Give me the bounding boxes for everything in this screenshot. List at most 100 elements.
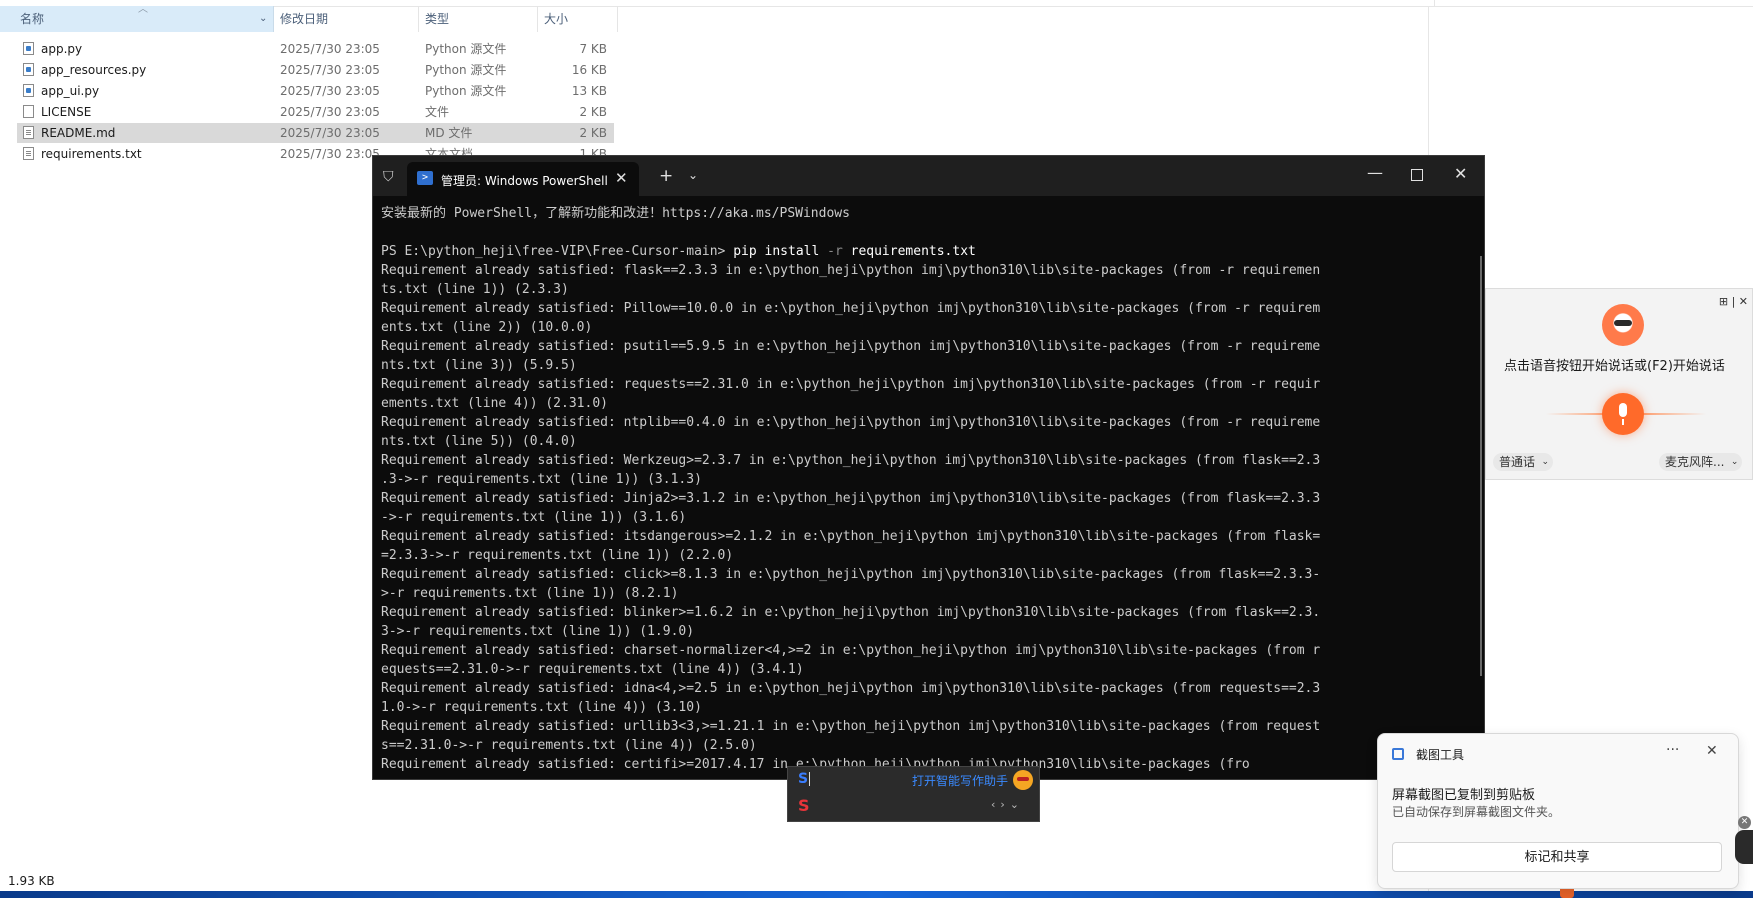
close-window-button[interactable]: ✕: [1454, 164, 1467, 183]
terminal-line: ts.txt (line 1)) (2.3.3): [381, 282, 569, 297]
file-type: Python 源文件: [425, 42, 507, 56]
terminal-prompt: PS E:\python_heji\free-VIP\Free-Cursor-m…: [381, 244, 734, 259]
terminal-line: >-r requirements.txt (line 1)) (8.2.1): [381, 586, 679, 601]
terminal-line: 3->-r requirements.txt (line 1)) (1.9.0): [381, 624, 695, 639]
file-type: Python 源文件: [425, 63, 507, 77]
file-name: app_ui.py: [41, 84, 100, 98]
terminal-line: ents.txt (line 2)) (10.0.0): [381, 320, 593, 335]
widget-controls[interactable]: ⊞ | ✕: [1719, 295, 1748, 308]
file-size: 16 KB: [571, 63, 607, 77]
terminal-line: Requirement already satisfied: click>=8.…: [381, 567, 1321, 582]
language-label: 普通话: [1499, 455, 1536, 469]
tab-powershell[interactable]: > 管理员: Windows PowerShell ✕: [407, 162, 639, 196]
powershell-window[interactable]: ⛉ > 管理员: Windows PowerShell ✕ + ⌄ — ✕ 安装…: [372, 155, 1485, 780]
voice-input-widget[interactable]: ⊞ | ✕ 点击语音按钮开始说话或(F2)开始说话 普通话 ⌄ 麦克风阵... ⌄: [1485, 288, 1753, 480]
terminal-line: Requirement already satisfied: requests=…: [381, 377, 1321, 392]
column-date-label: 修改日期: [280, 12, 329, 26]
python-file-icon: [23, 42, 34, 55]
close-tab-icon[interactable]: ✕: [615, 169, 628, 187]
command-file: requirements.txt: [842, 244, 976, 259]
terminal-line: Requirement already satisfied: ntplib==0…: [381, 415, 1321, 430]
terminal-line: nts.txt (line 5)) (0.4.0): [381, 434, 577, 449]
mark-and-share-button[interactable]: 标记和共享: [1392, 842, 1722, 872]
shield-icon: ⛉: [383, 169, 394, 185]
column-header-type[interactable]: 类型: [419, 6, 538, 32]
file-row[interactable]: LICENSE 2025/7/30 23:05 文件 2 KB: [17, 102, 614, 122]
microphone-select[interactable]: 麦克风阵... ⌄: [1659, 453, 1743, 471]
terminal-command-line: PS E:\python_heji\free-VIP\Free-Cursor-m…: [381, 242, 1475, 261]
column-type-label: 类型: [425, 12, 450, 26]
file-size: 7 KB: [579, 42, 607, 56]
terminal-line: nts.txt (line 3)) (5.9.5): [381, 358, 577, 373]
terminal-line: Requirement already satisfied: idna<4,>=…: [381, 681, 1321, 696]
notification-body: 已自动保存到屏幕截图文件夹。: [1392, 805, 1561, 819]
python-file-icon: [23, 84, 34, 97]
tab-title: 管理员: Windows PowerShell: [441, 174, 608, 188]
snipping-notification[interactable]: 截图工具 ··· ✕ 屏幕截图已复制到剪贴板 已自动保存到屏幕截图文件夹。 标记…: [1377, 733, 1739, 889]
file-name: requirements.txt: [41, 147, 142, 161]
close-icon[interactable]: ✕: [1706, 743, 1718, 759]
terminal-line: ements.txt (line 4)) (2.31.0): [381, 396, 608, 411]
markdown-file-icon: [23, 126, 34, 139]
file-date: 2025/7/30 23:05: [280, 63, 380, 77]
file-date: 2025/7/30 23:05: [280, 105, 380, 119]
mascot-icon[interactable]: [1013, 770, 1033, 790]
file-type: 文件: [425, 105, 450, 119]
text-file-icon: [23, 147, 34, 160]
terminal-output[interactable]: 安装最新的 PowerShell，了解新功能和改进！https://aka.ms…: [381, 204, 1475, 774]
file-size: 2 KB: [579, 105, 607, 119]
file-row-selected[interactable]: README.md 2025/7/30 23:05 MD 文件 2 KB: [17, 123, 614, 143]
file-name: LICENSE: [41, 105, 92, 119]
file-date: 2025/7/30 23:05: [280, 42, 380, 56]
column-header-date[interactable]: 修改日期: [274, 6, 419, 32]
maximize-button[interactable]: [1411, 169, 1423, 181]
powershell-titlebar[interactable]: ⛉ > 管理员: Windows PowerShell ✕ + ⌄ — ✕: [373, 156, 1484, 196]
microphone-button[interactable]: [1602, 393, 1644, 435]
file-name: README.md: [41, 126, 116, 140]
terminal-line: Requirement already satisfied: blinker>=…: [381, 605, 1321, 620]
terminal-line: Requirement already satisfied: flask==2.…: [381, 263, 1321, 278]
command-args: install: [756, 244, 828, 259]
terminal-line: Requirement already satisfied: Werkzeug>…: [381, 453, 1321, 468]
file-size: 13 KB: [571, 84, 607, 98]
chevron-down-icon: ⌄: [1541, 457, 1550, 467]
terminal-banner: 安装最新的 PowerShell，了解新功能和改进！https://aka.ms…: [381, 206, 850, 221]
side-panel-tab[interactable]: [1735, 830, 1753, 864]
column-header-size[interactable]: 大小: [538, 6, 618, 32]
status-bar-size: 1.93 KB: [8, 874, 55, 888]
python-file-icon: [23, 63, 34, 76]
column-name-label: 名称: [20, 12, 45, 26]
file-date: 2025/7/30 23:05: [280, 126, 380, 140]
chevron-down-icon[interactable]: ⌄: [259, 6, 267, 32]
powershell-icon: >: [417, 171, 433, 185]
writing-assistant-link[interactable]: 打开智能写作助手: [912, 772, 1008, 789]
file-row[interactable]: app_ui.py 2025/7/30 23:05 Python 源文件 13 …: [17, 81, 614, 101]
minimize-button[interactable]: —: [1367, 163, 1383, 182]
dismiss-icon[interactable]: ✕: [1738, 816, 1751, 829]
ime-helper-popup[interactable]: S 打开智能写作助手 S ‹›⌄: [787, 766, 1040, 822]
chevron-down-icon: ⌄: [1730, 457, 1739, 467]
language-select[interactable]: 普通话 ⌄: [1493, 453, 1554, 471]
generic-file-icon: [23, 105, 34, 118]
terminal-line: =2.3.3->-r requirements.txt (line 1)) (2…: [381, 548, 734, 563]
notification-title: 屏幕截图已复制到剪贴板: [1392, 788, 1536, 803]
file-name: app.py: [41, 42, 83, 56]
notification-app-name: 截图工具: [1416, 748, 1465, 762]
snipping-tool-icon: [1392, 748, 1404, 760]
column-header-name[interactable]: ︿ 名称 ⌄: [0, 4, 274, 32]
scrollbar[interactable]: [1480, 256, 1482, 676]
terminal-line: s==2.31.0->-r requirements.txt (line 4))…: [381, 738, 757, 753]
assistant-avatar-icon: [1602, 304, 1644, 346]
terminal-line: Requirement already satisfied: urllib3<3…: [381, 719, 1321, 734]
chevron-down-icon[interactable]: ⌄: [688, 168, 698, 182]
new-tab-button[interactable]: +: [659, 166, 673, 186]
file-row[interactable]: app_resources.py 2025/7/30 23:05 Python …: [17, 60, 614, 80]
file-row[interactable]: app.py 2025/7/30 23:05 Python 源文件 7 KB: [17, 39, 614, 59]
text-cursor: [809, 772, 810, 786]
page-nav-icons[interactable]: ‹›⌄: [991, 798, 1024, 811]
terminal-output-lines: Requirement already satisfied: flask==2.…: [381, 261, 1475, 774]
sogou-icon: S: [798, 771, 809, 787]
sogou-logo-icon: S: [798, 796, 810, 815]
more-options-icon[interactable]: ···: [1666, 742, 1679, 758]
terminal-line: ->-r requirements.txt (line 1)) (3.1.6): [381, 510, 687, 525]
